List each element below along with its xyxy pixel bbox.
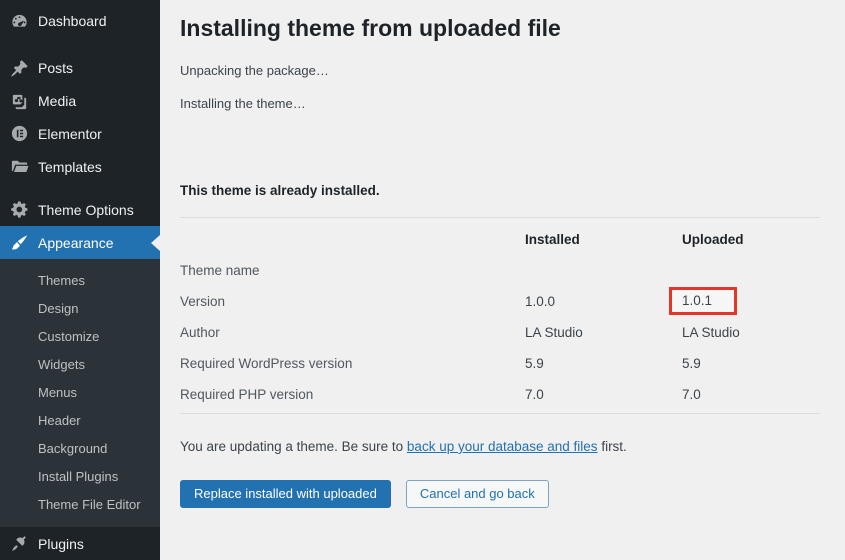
sidebar-item-label: Templates (38, 159, 102, 175)
sidebar-item-install-plugins[interactable]: Install Plugins (0, 463, 160, 491)
dashboard-icon (10, 12, 29, 31)
progress-line-installing: Installing the theme… (180, 96, 820, 111)
cancel-go-back-button[interactable]: Cancel and go back (406, 480, 549, 508)
sidebar-item-design[interactable]: Design (0, 295, 160, 323)
elementor-icon (10, 124, 29, 143)
divider (180, 217, 820, 218)
row-label: Required WordPress version (180, 348, 525, 379)
action-buttons: Replace installed with uploaded Cancel a… (180, 480, 820, 508)
update-warning: You are updating a theme. Be sure to bac… (180, 439, 820, 455)
table-row-required-php: Required PHP version 7.0 7.0 (180, 379, 820, 410)
sidebar-item-theme-options[interactable]: Theme Options (0, 193, 160, 226)
sidebar-item-templates[interactable]: Templates (0, 150, 160, 183)
divider (180, 413, 820, 414)
installed-value: LA Studio (525, 317, 682, 348)
uploaded-value: 1.0.1 (682, 286, 820, 317)
plug-icon (10, 534, 29, 553)
templates-icon (10, 157, 29, 176)
sidebar-item-elementor[interactable]: Elementor (0, 117, 160, 150)
sidebar-item-label: Elementor (38, 126, 102, 142)
uploaded-value (682, 255, 820, 286)
sidebar-item-theme-file-editor[interactable]: Theme File Editor (0, 491, 160, 519)
row-label: Version (180, 286, 525, 317)
sidebar-item-label: Dashboard (38, 13, 107, 29)
uploaded-value: LA Studio (682, 317, 820, 348)
sidebar-item-menus[interactable]: Menus (0, 379, 160, 407)
sidebar-item-label: Theme Options (38, 202, 134, 218)
sidebar-item-appearance[interactable]: Appearance (0, 226, 160, 259)
sidebar-item-label: Posts (38, 60, 73, 76)
backup-link[interactable]: back up your database and files (407, 439, 598, 454)
sidebar-item-posts[interactable]: Posts (0, 52, 160, 85)
wordpress-admin: Dashboard Posts Media Elementor Te (0, 0, 845, 560)
pin-icon (10, 59, 29, 78)
uploaded-value: 5.9 (682, 348, 820, 379)
row-label: Required PHP version (180, 379, 525, 410)
sidebar-item-media[interactable]: Media (0, 85, 160, 118)
replace-installed-button[interactable]: Replace installed with uploaded (180, 480, 391, 508)
sidebar-item-dashboard[interactable]: Dashboard (0, 5, 160, 38)
installed-value: 5.9 (525, 348, 682, 379)
uploaded-value: 7.0 (682, 379, 820, 410)
theme-compare-table: Installed Uploaded Theme name Version 1.… (180, 224, 820, 410)
already-installed-message: This theme is already installed. (180, 183, 820, 198)
installed-value: 7.0 (525, 379, 682, 410)
column-header-uploaded: Uploaded (682, 224, 820, 255)
sidebar-item-label: Plugins (38, 536, 84, 552)
sidebar-item-themes[interactable]: Themes (0, 267, 160, 295)
sidebar-item-plugins[interactable]: Plugins (0, 527, 160, 560)
update-warning-prefix: You are updating a theme. Be sure to (180, 439, 407, 454)
header-spacer (180, 224, 525, 255)
table-row-required-wp: Required WordPress version 5.9 5.9 (180, 348, 820, 379)
update-warning-suffix: first. (598, 439, 627, 454)
gear-icon (10, 200, 29, 219)
sidebar-item-header[interactable]: Header (0, 407, 160, 435)
media-icon (10, 92, 29, 111)
sidebar-item-label: Media (38, 93, 76, 109)
progress-line-unpacking: Unpacking the package… (180, 63, 820, 78)
sidebar-separator (0, 183, 160, 193)
column-header-installed: Installed (525, 224, 682, 255)
sidebar-separator (0, 38, 160, 52)
appearance-submenu: Themes Design Customize Widgets Menus He… (0, 259, 160, 527)
admin-sidebar: Dashboard Posts Media Elementor Te (0, 0, 160, 560)
table-header-row: Installed Uploaded (180, 224, 820, 255)
version-highlight-annotation: 1.0.1 (669, 287, 737, 315)
brush-icon (10, 233, 29, 252)
main-content: Installing theme from uploaded file Unpa… (160, 0, 845, 560)
sidebar-item-label: Appearance (38, 235, 114, 251)
table-row-author: Author LA Studio LA Studio (180, 317, 820, 348)
table-row-theme-name: Theme name (180, 255, 820, 286)
page-title: Installing theme from uploaded file (180, 14, 820, 44)
table-row-version: Version 1.0.0 1.0.1 (180, 286, 820, 317)
sidebar-item-widgets[interactable]: Widgets (0, 351, 160, 379)
installed-value: 1.0.0 (525, 286, 682, 317)
row-label: Theme name (180, 255, 525, 286)
installed-value (525, 255, 682, 286)
sidebar-item-background[interactable]: Background (0, 435, 160, 463)
sidebar-item-customize[interactable]: Customize (0, 323, 160, 351)
row-label: Author (180, 317, 525, 348)
